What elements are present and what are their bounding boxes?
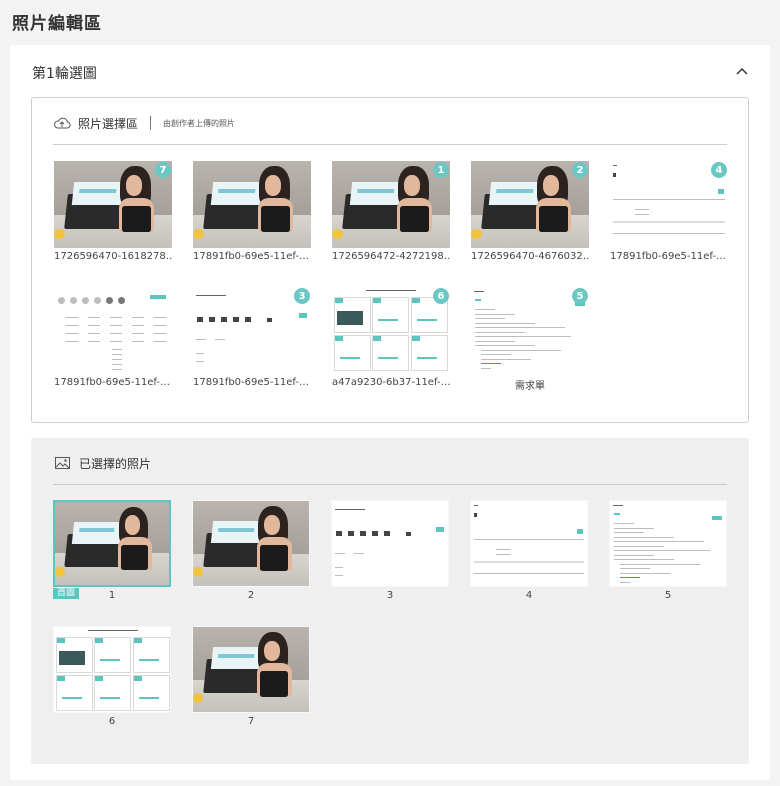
cloud-upload-icon [54,117,71,129]
photo-order-number: 3 [386,590,394,601]
photo-filename: 1726596472-4272198… [332,251,450,262]
selection-order-badge: 4 [711,162,727,178]
round-title: 第1輪選圖 [32,66,97,82]
selected-photo[interactable]: 5 [609,500,727,601]
photo-picker-panel: 照片選擇區 由創作者上傳的照片 7 1726596470-1618278… 1789… [31,97,749,423]
chevron-up-icon[interactable] [734,63,750,79]
photo-thumbnail[interactable]: 6 [332,287,450,374]
selected-photo[interactable]: 3 [331,500,449,601]
photo-thumbnail[interactable] [53,626,171,713]
picker-photo[interactable]: 17891fb0-69e5-11ef-… [54,287,172,388]
selected-photo[interactable]: 2 [192,500,310,601]
image-icon [55,457,70,469]
photo-order-number: 7 [247,716,255,727]
picker-photo[interactable]: 17891fb0-69e5-11ef-… [193,161,311,262]
photo-order-number: 4 [525,590,533,601]
photo-order-number: 6 [108,716,116,727]
selected-photo[interactable]: 首圖 1 [53,500,171,601]
photo-filename: 17891fb0-69e5-11ef-… [54,377,170,388]
photo-filename: a47a9230-6b37-11ef-… [332,377,450,388]
photo-thumbnail[interactable] [192,500,310,587]
photo-thumbnail[interactable]: 4 [610,161,728,248]
photo-thumbnail[interactable]: 5 [471,287,589,374]
photo-order-number: 2 [247,590,255,601]
picker-photo[interactable]: 3 17891fb0-69e5-11ef-… [193,287,311,388]
photo-thumbnail[interactable]: 7 [54,161,172,248]
selection-order-badge: 6 [433,288,449,304]
photo-thumbnail[interactable] [331,500,449,587]
photo-thumbnail[interactable] [193,161,311,248]
photo-filename: 1726596470-1618278… [54,251,172,262]
picker-photo[interactable]: 5 需求單 [471,287,589,392]
page-title: 照片編輯區 [12,14,102,34]
round-card: 第1輪選圖 照片選擇區 由創作者上傳的照片 7 1726596470-161827… [10,45,770,780]
selected-photo[interactable]: 4 [470,500,588,601]
divider [53,484,727,485]
selection-order-badge: 5 [572,288,588,304]
selection-order-badge: 7 [155,162,171,178]
selected-photo[interactable]: 7 [192,626,310,727]
picker-photo[interactable]: 1 1726596472-4272198… [332,161,450,262]
photo-thumbnail[interactable]: 3 [193,287,311,374]
picker-photo[interactable]: 7 1726596470-1618278… [54,161,172,262]
photo-thumbnail[interactable] [192,626,310,713]
selected-photos-panel: 已選擇的照片 首圖 1 2 3 4 5 6 7 [31,438,749,764]
picker-title: 照片選擇區 [78,116,139,131]
photo-thumbnail[interactable]: 2 [471,161,589,248]
selected-photo[interactable]: 6 [53,626,171,727]
cover-badge: 首圖 [53,588,80,599]
photo-filename: 需求單 [515,381,545,392]
selection-order-badge: 1 [433,162,449,178]
photo-thumbnail[interactable] [470,500,588,587]
photo-filename: 17891fb0-69e5-11ef-… [193,251,309,262]
selected-title: 已選擇的照片 [79,456,152,471]
photo-filename: 1726596470-4676032… [471,251,589,262]
selection-order-badge: 2 [572,162,588,178]
photo-thumbnail[interactable] [54,287,172,374]
photo-filename: 17891fb0-69e5-11ef-… [610,251,726,262]
selection-order-badge: 3 [294,288,310,304]
photo-thumbnail[interactable] [53,500,171,587]
picker-photo[interactable]: 2 1726596470-4676032… [471,161,589,262]
picker-hint: 由創作者上傳的照片 [163,118,236,128]
picker-photo[interactable]: 4 17891fb0-69e5-11ef-… [610,161,728,262]
photo-order-number: 5 [664,590,672,601]
divider [150,116,152,130]
picker-photo[interactable]: 6 a47a9230-6b37-11ef-… [332,287,450,388]
divider [53,144,727,145]
photo-thumbnail[interactable] [609,500,727,587]
photo-filename: 17891fb0-69e5-11ef-… [193,377,309,388]
photo-thumbnail[interactable]: 1 [332,161,450,248]
